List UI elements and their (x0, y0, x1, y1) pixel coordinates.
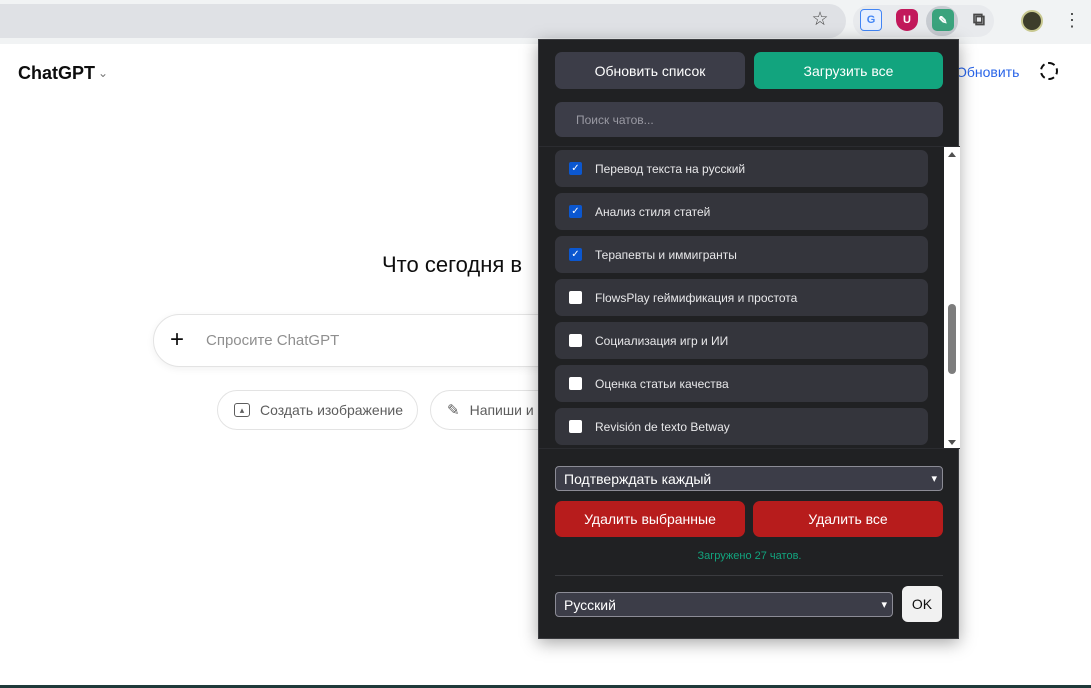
chevron-down-icon: ▾ (881, 599, 887, 611)
chat-list: ✓ Перевод текста на русский ✓ Анализ сти… (539, 146, 960, 449)
refresh-list-button[interactable]: Обновить список (555, 52, 745, 89)
chat-list-item[interactable]: ✓ Терапевты и иммигранты (555, 236, 928, 273)
chat-title: Перевод текста на русский (595, 161, 746, 176)
chat-list-item[interactable]: ✓ Перевод текста на русский (555, 150, 928, 187)
puzzle-icon[interactable]: ⧉ (968, 9, 990, 31)
chat-checkbox[interactable]: ✓ (569, 205, 582, 218)
list-scrollbar[interactable] (944, 147, 960, 448)
chat-list-item[interactable]: Оценка статьи качества (555, 365, 928, 402)
ok-button[interactable]: OK (902, 586, 942, 622)
plus-icon[interactable]: + (170, 327, 184, 353)
scroll-up-icon[interactable] (948, 152, 956, 157)
pencil-icon: ✎ (447, 402, 460, 419)
address-bar[interactable] (0, 4, 846, 38)
language-value: Русский (564, 596, 616, 613)
chat-manager-popup: Обновить список Загрузить все ✓ Перевод … (538, 39, 960, 639)
chip-label: Создать изображение (260, 402, 404, 418)
search-chats-input[interactable] (555, 102, 943, 137)
chat-title: Revisión de texto Betway (595, 419, 730, 434)
delete-all-button[interactable]: Удалить все (753, 501, 943, 537)
chat-list-item[interactable]: Revisión de texto Betway (555, 408, 928, 445)
model-selector[interactable]: ChatGPT (18, 63, 95, 84)
star-icon[interactable]: ☆ (809, 9, 831, 31)
divider (555, 575, 943, 576)
chat-list-item[interactable]: FlowsPlay геймификация и простота (555, 279, 928, 316)
chevron-down-icon: ▾ (931, 473, 937, 485)
chat-checkbox[interactable]: ✓ (569, 248, 582, 261)
hero-heading: Что сегодня в (382, 252, 523, 277)
chat-title: Терапевты и иммигранты (595, 247, 737, 262)
delete-selected-button[interactable]: Удалить выбранные (555, 501, 745, 537)
chat-title: Оценка статьи качества (595, 376, 729, 391)
scrollbar-thumb[interactable] (948, 304, 956, 374)
temporary-chat-icon[interactable] (1040, 62, 1058, 80)
chat-title: FlowsPlay геймификация и простота (595, 290, 798, 305)
scroll-down-icon[interactable] (948, 440, 956, 445)
browser-toolbar: ☆ G U ✎ ⧉ ⋮ (0, 0, 1091, 44)
translate-icon[interactable]: G (860, 9, 882, 31)
load-all-button[interactable]: Загрузить все (754, 52, 943, 89)
ublock-icon[interactable]: U (896, 9, 918, 31)
language-select[interactable]: Русский ▾ (555, 592, 893, 617)
composer-input[interactable]: Спросите ChatGPT (206, 332, 339, 349)
chat-title: Социализация игр и ИИ (595, 333, 729, 348)
status-message: Загружено 27 чатов. (697, 550, 802, 562)
kebab-menu-icon[interactable]: ⋮ (1061, 9, 1083, 31)
chat-checkbox[interactable] (569, 420, 582, 433)
chevron-down-icon[interactable]: ⌄ (98, 66, 108, 80)
chat-list-item[interactable]: ✓ Анализ стиля статей (555, 193, 928, 230)
confirm-mode-select[interactable]: Подтверждать каждый ▾ (555, 466, 943, 491)
chat-cleaner-icon[interactable]: ✎ (932, 9, 954, 31)
image-icon: ▴ (234, 403, 250, 417)
chat-title: Анализ стиля статей (595, 204, 711, 219)
update-link[interactable]: Обновить (956, 64, 1019, 80)
create-image-chip[interactable]: ▴ Создать изображение (217, 390, 418, 430)
chat-list-item[interactable]: Социализация игр и ИИ (555, 322, 928, 359)
chat-checkbox[interactable] (569, 377, 582, 390)
chip-label: Напиши и (469, 402, 534, 418)
confirm-mode-value: Подтверждать каждый (564, 470, 712, 487)
chat-checkbox[interactable]: ✓ (569, 162, 582, 175)
profile-avatar[interactable] (1021, 10, 1043, 32)
chat-checkbox[interactable] (569, 291, 582, 304)
chat-checkbox[interactable] (569, 334, 582, 347)
